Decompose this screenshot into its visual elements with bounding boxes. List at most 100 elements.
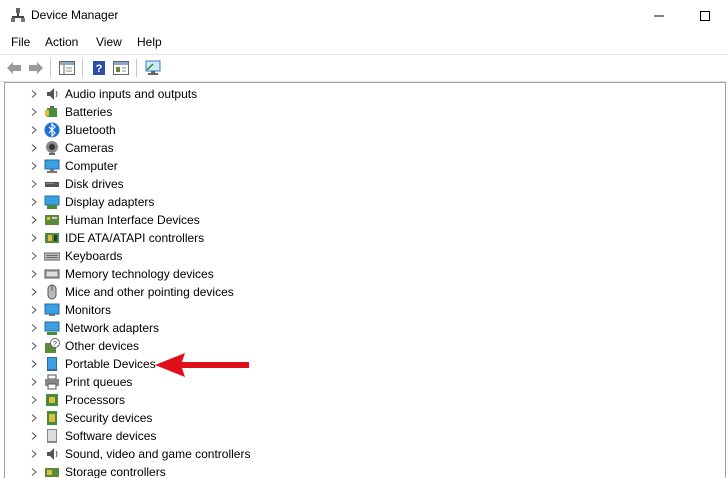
tree-item-label: Audio inputs and outputs xyxy=(65,87,198,101)
back-button[interactable] xyxy=(4,58,24,78)
chevron-right-icon[interactable] xyxy=(30,306,38,314)
chevron-right-icon[interactable] xyxy=(30,234,38,242)
menu-action[interactable]: Action xyxy=(45,35,78,49)
tree-item-label: Cameras xyxy=(65,141,114,155)
tree-item-label: Disk drives xyxy=(65,177,124,191)
chevron-right-icon[interactable] xyxy=(30,450,38,458)
properties-button[interactable] xyxy=(111,58,131,78)
chevron-right-icon[interactable] xyxy=(30,342,38,350)
tree-item-processors[interactable]: Processors xyxy=(5,391,705,409)
chevron-right-icon[interactable] xyxy=(30,468,38,476)
chevron-right-icon[interactable] xyxy=(30,378,38,386)
forward-button[interactable] xyxy=(26,58,46,78)
toolbar-separator xyxy=(50,59,51,77)
menu-view[interactable]: View xyxy=(96,35,122,49)
tree-item-label: Bluetooth xyxy=(65,123,116,137)
security-device-icon xyxy=(47,411,57,425)
tree-item-portable-devices[interactable]: Portable Devices xyxy=(5,355,705,373)
tree-item-audio-inputs-and-outputs[interactable]: Audio inputs and outputs xyxy=(5,85,705,103)
tree-item-label: Monitors xyxy=(65,303,112,317)
tree-item-display-adapters[interactable]: Display adapters xyxy=(5,193,705,211)
menu-bar: File Action View Help xyxy=(0,31,728,53)
hid-icon xyxy=(45,215,59,225)
tree-item-label: Computer xyxy=(65,159,118,173)
svg-text:?: ? xyxy=(96,63,103,75)
tree-item-label: Batteries xyxy=(65,105,113,119)
tree-item-label: Security devices xyxy=(65,411,153,425)
device-tree[interactable]: Audio inputs and outputs Batteries Bluetoo… xyxy=(4,82,726,478)
tree-item-human-interface-devices[interactable]: Human Interface Devices xyxy=(5,211,705,229)
chevron-right-icon[interactable] xyxy=(30,144,38,152)
ide-controller-icon xyxy=(45,233,59,243)
help-button[interactable]: ? xyxy=(89,58,109,78)
help-book-icon: ? xyxy=(93,61,105,75)
chevron-right-icon[interactable] xyxy=(30,252,38,260)
chevron-right-icon[interactable] xyxy=(30,216,38,224)
chevron-right-icon[interactable] xyxy=(30,108,38,116)
chevron-right-icon[interactable] xyxy=(30,270,38,278)
tree-item-storage-controllers[interactable]: Storage controllers xyxy=(5,463,705,478)
tree-item-memory-technology-devices[interactable]: Memory technology devices xyxy=(5,265,705,283)
tree-item-security-devices[interactable]: Security devices xyxy=(5,409,705,427)
tree-item-keyboards[interactable]: Keyboards xyxy=(5,247,705,265)
back-arrow-icon xyxy=(7,62,21,74)
maximize-button[interactable] xyxy=(682,0,728,31)
keyboard-icon xyxy=(44,252,60,261)
chevron-right-icon[interactable] xyxy=(30,414,38,422)
maximize-icon xyxy=(700,10,710,21)
properties-icon xyxy=(113,61,129,75)
monitor-icon xyxy=(44,303,60,316)
portable-device-icon xyxy=(47,357,57,371)
chevron-right-icon[interactable] xyxy=(30,360,38,368)
tree-item-label: Memory technology devices xyxy=(65,267,214,281)
bluetooth-icon xyxy=(44,122,60,138)
tree-item-label: Software devices xyxy=(65,429,157,443)
minimize-icon xyxy=(654,15,664,16)
disk-drive-icon xyxy=(45,182,59,187)
toolbar-separator xyxy=(82,59,83,77)
tree-item-bluetooth[interactable]: Bluetooth xyxy=(5,121,705,139)
battery-icon xyxy=(45,106,57,117)
tree-item-ide-ata-atapi-controllers[interactable]: IDE ATA/ATAPI controllers xyxy=(5,229,705,247)
menu-help[interactable]: Help xyxy=(137,35,162,49)
menu-file[interactable]: File xyxy=(11,35,30,49)
tree-item-print-queues[interactable]: Print queues xyxy=(5,373,705,391)
mouse-icon xyxy=(47,284,57,300)
chevron-right-icon[interactable] xyxy=(30,324,38,332)
svg-text:?: ? xyxy=(53,341,57,348)
computer-icon xyxy=(44,159,60,173)
tree-item-batteries[interactable]: Batteries xyxy=(5,103,705,121)
minimize-button[interactable] xyxy=(636,0,682,31)
tree-item-monitors[interactable]: Monitors xyxy=(5,301,705,319)
forward-arrow-icon xyxy=(29,62,43,74)
tree-item-network-adapters[interactable]: Network adapters xyxy=(5,319,705,337)
chevron-right-icon[interactable] xyxy=(30,432,38,440)
show-hide-console-tree-button[interactable] xyxy=(57,58,77,78)
tree-item-label: Display adapters xyxy=(65,195,155,209)
tree-item-label: IDE ATA/ATAPI controllers xyxy=(65,231,205,245)
chevron-right-icon[interactable] xyxy=(30,126,38,134)
chevron-right-icon[interactable] xyxy=(30,288,38,296)
chevron-right-icon[interactable] xyxy=(30,162,38,170)
tree-item-cameras[interactable]: Cameras xyxy=(5,139,705,157)
scan-hardware-icon xyxy=(145,60,161,75)
tree-item-label: Print queues xyxy=(65,375,133,389)
sound-controller-icon xyxy=(47,448,58,460)
chevron-right-icon[interactable] xyxy=(30,180,38,188)
tree-item-disk-drives[interactable]: Disk drives xyxy=(5,175,705,193)
scan-hardware-button[interactable] xyxy=(143,58,163,78)
tree-item-computer[interactable]: Computer xyxy=(5,157,705,175)
device-manager-icon xyxy=(11,8,25,22)
chevron-right-icon[interactable] xyxy=(30,198,38,206)
tree-item-other-devices[interactable]: ? Other devices xyxy=(5,337,705,355)
tree-item-mice-and-other-pointing-devices[interactable]: Mice and other pointing devices xyxy=(5,283,705,301)
tree-item-sound-video-and-game-controllers[interactable]: Sound, video and game controllers xyxy=(5,445,705,463)
chevron-right-icon[interactable] xyxy=(30,90,38,98)
tree-item-software-devices[interactable]: Software devices xyxy=(5,427,705,445)
network-adapter-icon xyxy=(44,321,60,335)
toolbar: ? xyxy=(0,54,728,82)
chevron-right-icon[interactable] xyxy=(30,396,38,404)
title-bar: Device Manager xyxy=(0,0,728,31)
toolbar-separator xyxy=(136,59,137,77)
window-title: Device Manager xyxy=(31,8,119,22)
